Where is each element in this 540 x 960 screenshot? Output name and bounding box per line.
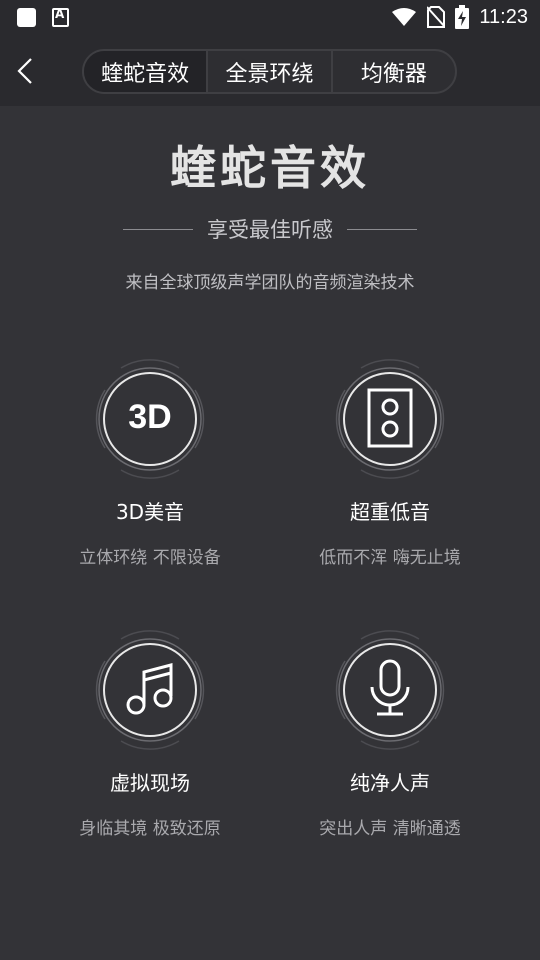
app-a-letter: A	[55, 7, 65, 21]
feature-ring: 3D	[85, 354, 215, 484]
music-note-icon	[126, 663, 173, 715]
tab-bar: 蝰蛇音效 全景环绕 均衡器	[82, 49, 457, 94]
page-title: 蝰蛇音效	[170, 141, 370, 195]
3d-icon: 3D	[128, 398, 172, 436]
divider-left	[123, 228, 193, 230]
feature-pure-vocals[interactable]: 纯净人声 突出人声 清晰通透	[280, 625, 500, 839]
speaker-icon	[367, 388, 413, 448]
divider-right	[347, 228, 417, 230]
feature-title: 3D美音	[115, 500, 185, 524]
feature-desc: 身临其境 极致还原	[79, 819, 221, 839]
tab-viper-effect[interactable]: 蝰蛇音效	[84, 51, 209, 92]
tab-equalizer[interactable]: 均衡器	[333, 51, 455, 92]
feature-title: 纯净人声	[350, 771, 430, 795]
no-sim-icon	[427, 6, 446, 28]
top-header: 蝰蛇音效 全景环绕 均衡器	[0, 36, 540, 106]
battery-charging-icon	[455, 5, 470, 29]
app-a-icon: A	[52, 7, 69, 27]
feature-desc: 立体环绕 不限设备	[79, 548, 221, 568]
feature-title: 虚拟现场	[110, 771, 190, 795]
feature-ring	[85, 625, 215, 755]
status-time: 11:23	[479, 5, 528, 28]
feature-title: 超重低音	[350, 500, 430, 524]
subtitle-row: 享受最佳听感	[0, 214, 540, 244]
feature-desc: 低而不浑 嗨无止境	[319, 548, 461, 568]
feature-3d[interactable]: 3D 3D美音 立体环绕 不限设备	[40, 354, 260, 568]
square-icon	[17, 8, 36, 27]
feature-ring	[325, 354, 455, 484]
tab-surround[interactable]: 全景环绕	[208, 51, 333, 92]
feature-super-bass[interactable]: 超重低音 低而不浑 嗨无止境	[280, 354, 500, 568]
microphone-icon	[370, 659, 410, 716]
chevron-left-icon	[17, 58, 32, 84]
feature-virtual-live[interactable]: 虚拟现场 身临其境 极致还原	[40, 625, 260, 839]
subtitle: 享受最佳听感	[207, 218, 333, 242]
feature-ring	[325, 625, 455, 755]
back-button[interactable]	[12, 56, 42, 86]
status-bar: A 11:23	[0, 0, 540, 36]
feature-desc: 突出人声 清晰通透	[319, 819, 461, 839]
description: 来自全球顶级声学团队的音频渲染技术	[125, 273, 415, 293]
wifi-icon	[392, 8, 417, 26]
